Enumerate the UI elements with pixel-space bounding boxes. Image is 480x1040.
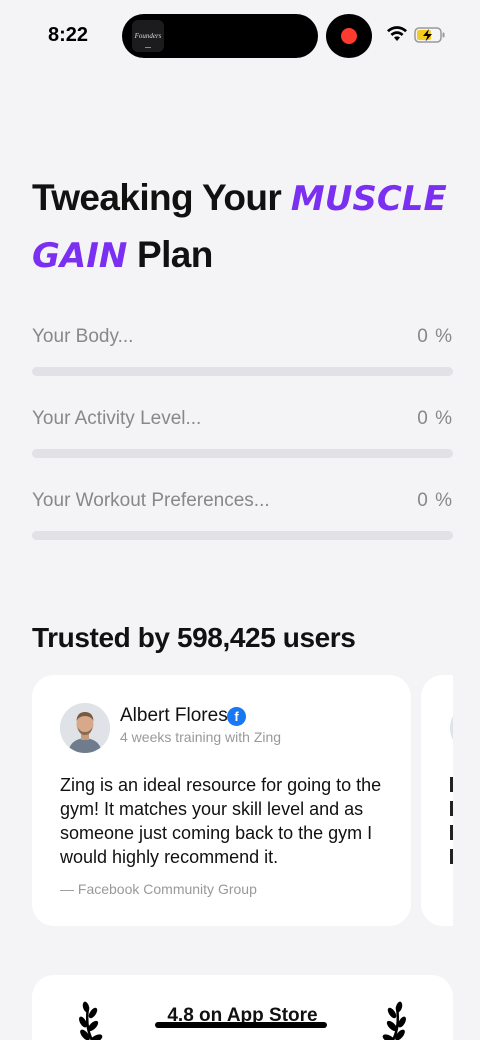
progress-body: Your Body... 0 %	[32, 326, 453, 386]
reviewer-name: Albert Flores	[120, 705, 228, 726]
title-part-1: Tweaking Your	[32, 177, 282, 218]
review-text: Zing is an ideal resource for going to t…	[60, 775, 382, 867]
title-accent-muscle: Muscle	[290, 179, 447, 219]
progress-percent: 0 %	[417, 326, 453, 347]
reviewer-subtitle: 4 weeks training with Zing	[120, 729, 282, 745]
status-bar: 8:22 Founders	[0, 0, 480, 72]
avatar	[450, 703, 453, 753]
title-accent-gain: Gain	[32, 236, 128, 276]
avatar-image	[60, 703, 110, 753]
dynamic-island[interactable]: Founders	[122, 14, 318, 58]
app-store-rating-card[interactable]: 4.8 on App Store	[32, 975, 453, 1040]
island-app-thumbnail: Founders	[132, 20, 164, 52]
progress-activity-level: Your Activity Level... 0 %	[32, 408, 453, 468]
progress-percent: 0 %	[417, 408, 453, 429]
home-indicator[interactable]	[155, 1022, 327, 1028]
progress-bar	[32, 531, 453, 540]
facebook-icon: f	[227, 707, 246, 726]
laurel-right-icon	[382, 1001, 406, 1040]
progress-bar	[32, 367, 453, 376]
screen-record-indicator[interactable]	[326, 14, 372, 58]
avatar	[60, 703, 110, 753]
progress-label: Your Activity Level...	[32, 408, 202, 429]
progress-bar	[32, 449, 453, 458]
trusted-heading: Trusted by 598,425 users	[32, 622, 356, 653]
progress-percent: 0 %	[417, 490, 453, 511]
review-source: — Facebook Community Group	[60, 881, 257, 897]
record-icon	[341, 28, 357, 44]
title-part-2: Plan	[137, 234, 213, 275]
battery-charging-icon	[414, 27, 445, 43]
review-card[interactable]: Albert Flores f 4 weeks training with Zi…	[32, 675, 411, 926]
status-time: 8:22	[48, 24, 89, 46]
next-review-card[interactable]	[421, 675, 453, 926]
progress-label: Your Body...	[32, 326, 134, 347]
island-app-label: Founders	[134, 32, 162, 40]
wifi-icon	[387, 26, 407, 41]
progress-workout-preferences: Your Workout Preferences... 0 %	[32, 490, 453, 550]
progress-label: Your Workout Preferences...	[32, 490, 270, 511]
page-title: Tweaking Your Muscle Gain Plan	[32, 170, 452, 284]
